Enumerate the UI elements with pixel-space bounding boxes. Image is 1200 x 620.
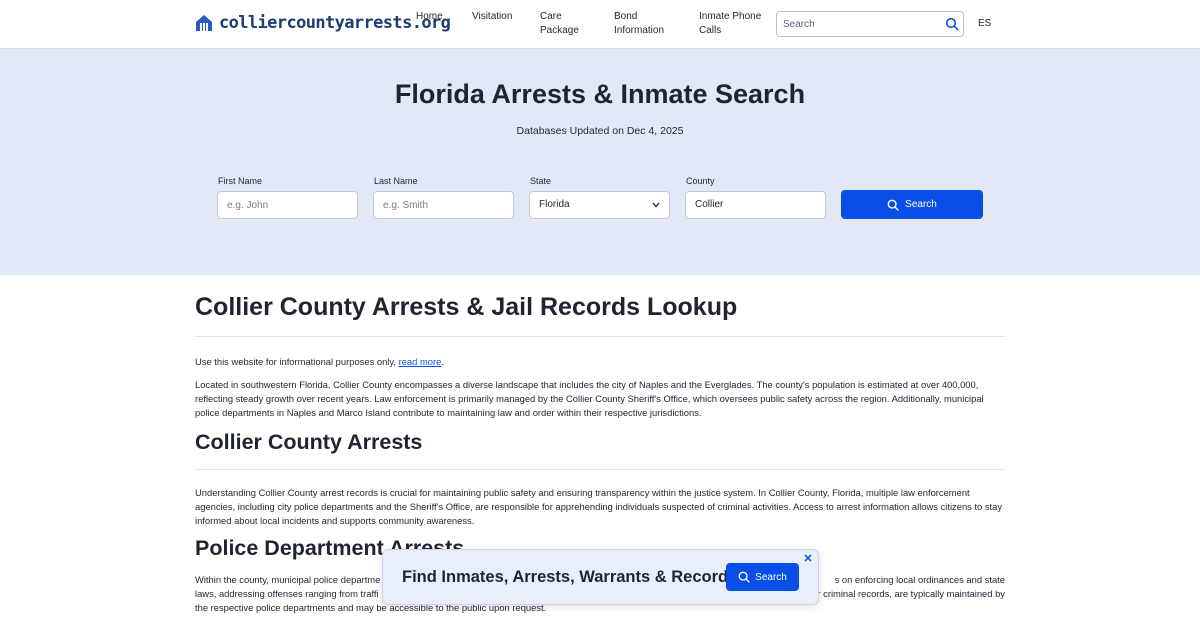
county-label: County (686, 176, 715, 186)
arrests-paragraph: Understanding Collier County arrest reco… (195, 487, 1003, 526)
site-logo[interactable]: colliercountyarrests.org (195, 13, 451, 33)
search-icon (738, 571, 750, 583)
nav-care-package[interactable]: Care Package (540, 10, 579, 38)
intro-paragraph: Located in southwestern Florida, Collier… (195, 379, 984, 418)
hero-search-section: Florida Arrests & Inmate Search Database… (0, 49, 1200, 275)
disclaimer-end: . (441, 356, 444, 367)
nav-inmate-phone-calls[interactable]: Inmate Phone Calls (699, 10, 761, 38)
language-toggle[interactable]: ES (978, 18, 991, 29)
hero-updated-date: Databases Updated on Dec 4, 2025 (516, 125, 684, 137)
nav-bond-information[interactable]: Bond Information (614, 10, 664, 38)
nav-label: Home (416, 11, 443, 22)
header-search-input[interactable] (777, 12, 937, 36)
police-text-line: s on enforcing local ordinances and stat… (834, 574, 1005, 585)
divider (195, 469, 1005, 470)
state-label: State (530, 176, 552, 186)
chevron-down-icon (652, 202, 660, 208)
police-text-line: r criminal records, are typically mainta… (817, 588, 1005, 599)
search-icon (887, 199, 899, 211)
banner-search-button-label: Search (755, 571, 787, 583)
nav-home[interactable]: Home (416, 10, 443, 24)
first-name-input[interactable] (217, 191, 358, 219)
county-input[interactable]: Collier (685, 191, 826, 219)
first-name-label: First Name (218, 176, 263, 186)
nav-label: Package (540, 25, 579, 36)
page-title: Collier County Arrests & Jail Records Lo… (195, 293, 738, 321)
search-icon[interactable] (945, 17, 959, 31)
nav-label: Calls (699, 25, 722, 36)
police-text-line: Within the county, municipal police depa… (195, 574, 381, 585)
disclaimer-text: Use this website for informational purpo… (195, 356, 399, 367)
divider (195, 336, 1005, 337)
state-select[interactable]: Florida (529, 191, 670, 219)
state-select-value: Florida (539, 199, 570, 210)
nav-label: Bond (614, 11, 638, 22)
nav-label: Information (614, 25, 665, 36)
arrests-heading: Collier County Arrests (195, 430, 423, 454)
nav-label: Care (540, 11, 562, 22)
read-more-link[interactable]: read more (399, 356, 442, 367)
nav-label: Inmate Phone (699, 11, 762, 22)
hero-search-button-label: Search (905, 199, 937, 210)
police-text-line: laws, addressing offenses ranging from t… (195, 588, 379, 599)
disclaimer: Use this website for informational purpo… (195, 355, 1005, 369)
hero-title: Florida Arrests & Inmate Search (394, 79, 806, 109)
nav-visitation[interactable]: Visitation (472, 10, 512, 24)
close-icon[interactable] (803, 553, 813, 563)
last-name-input[interactable] (373, 191, 514, 219)
house-logo-icon (196, 15, 212, 31)
hero-search-button[interactable]: Search (841, 190, 983, 219)
site-header: colliercountyarrests.org Home Visitation… (0, 0, 1200, 49)
header-search (776, 11, 964, 37)
banner-search-button[interactable]: Search (726, 563, 799, 591)
county-input-value: Collier (695, 199, 724, 210)
nav-label: Visitation (472, 11, 513, 22)
last-name-label: Last Name (374, 176, 418, 186)
floating-search-banner: Find Inmates, Arrests, Warrants & Record… (382, 549, 819, 605)
banner-text: Find Inmates, Arrests, Warrants & Record… (402, 568, 738, 586)
